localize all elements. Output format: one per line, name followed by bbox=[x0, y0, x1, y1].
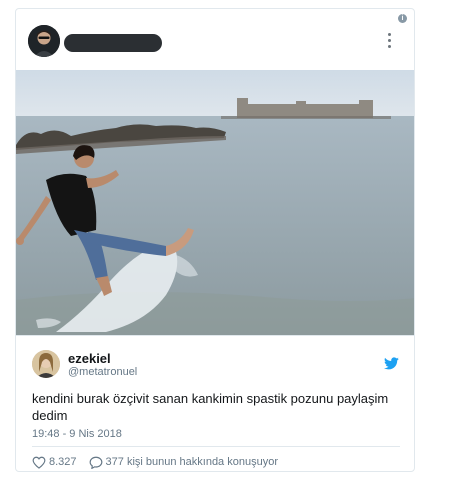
tweet-timestamp[interactable]: 19:48 - 9 Nis 2018 bbox=[32, 428, 122, 440]
post-header bbox=[16, 9, 414, 71]
instagram-post-card: ezekiel @metatronuel kendini burak özçiv… bbox=[15, 8, 415, 472]
tweet-actions: 8.327 377 kişi bunun hakkında konuşuyor bbox=[32, 454, 278, 470]
redacted-username bbox=[64, 34, 162, 52]
tweet-author-name[interactable]: ezekiel bbox=[68, 351, 111, 366]
tweet-author-handle[interactable]: @metatronuel bbox=[68, 366, 137, 378]
more-vertical-icon[interactable] bbox=[385, 33, 393, 53]
twitter-bird-icon[interactable] bbox=[384, 357, 399, 370]
reply-action[interactable]: 377 kişi bunun hakkında konuşuyor bbox=[89, 456, 278, 469]
tweet-author-avatar[interactable] bbox=[32, 350, 60, 378]
poster-avatar[interactable] bbox=[28, 25, 60, 57]
like-action[interactable]: 8.327 bbox=[32, 456, 77, 469]
embedded-tweet[interactable]: ezekiel @metatronuel kendini burak özçiv… bbox=[16, 335, 414, 471]
info-icon[interactable]: i bbox=[398, 14, 407, 23]
speech-bubble-icon bbox=[89, 456, 102, 469]
tweet-text: kendini burak özçivit sanan kankimin spa… bbox=[32, 391, 389, 423]
like-count: 8.327 bbox=[49, 456, 77, 468]
post-photo[interactable] bbox=[16, 70, 414, 336]
tweet-divider bbox=[32, 446, 400, 447]
conversation-text: 377 kişi bunun hakkında konuşuyor bbox=[105, 456, 278, 468]
heart-icon bbox=[32, 456, 46, 469]
